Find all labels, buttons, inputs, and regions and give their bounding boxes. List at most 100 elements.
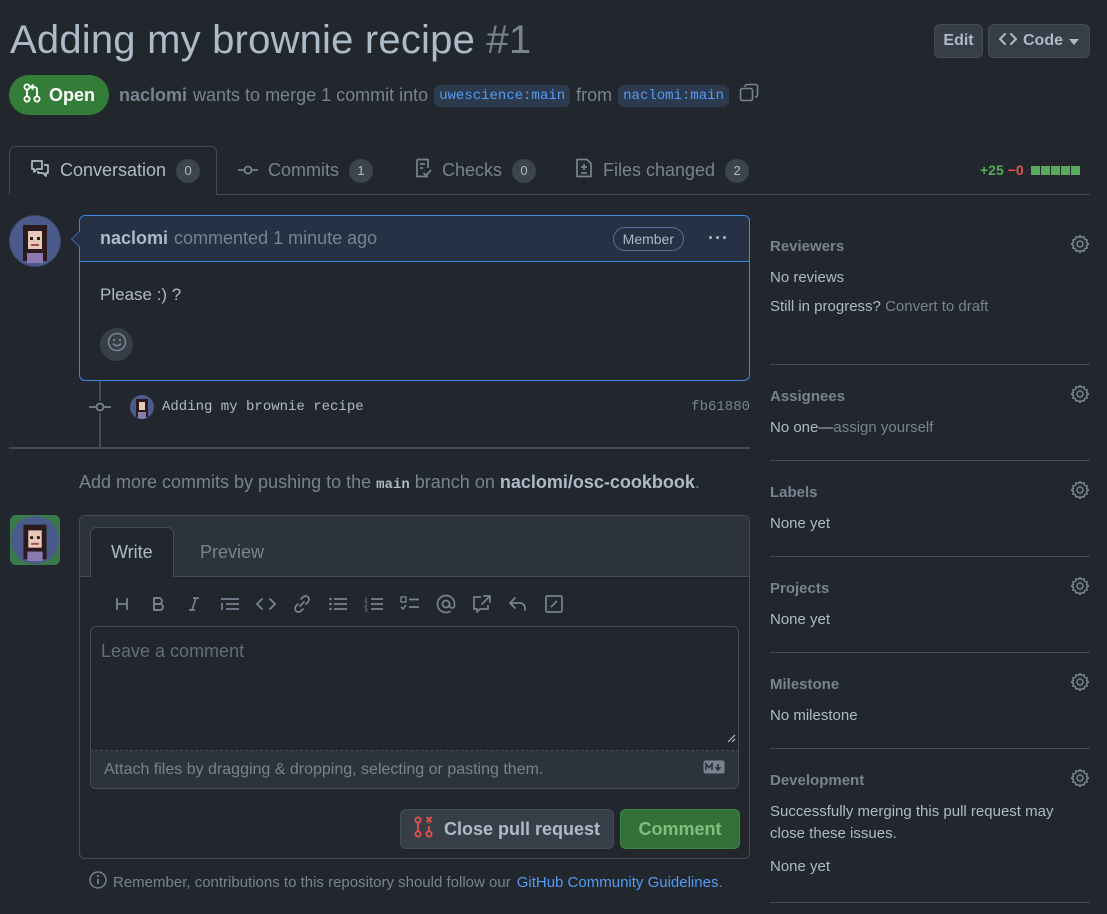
avatar[interactable] xyxy=(10,515,60,565)
italic-icon[interactable] xyxy=(176,592,212,616)
diffstat-additions: +25 xyxy=(980,162,1004,178)
new-comment-form: Write Preview 123 Leave a comment Attach… xyxy=(79,515,750,859)
reply-icon[interactable] xyxy=(500,592,536,616)
checklist-icon xyxy=(414,158,432,183)
gear-icon[interactable] xyxy=(1070,672,1090,697)
cross-reference-icon[interactable] xyxy=(464,592,500,616)
gear-icon[interactable] xyxy=(1070,384,1090,409)
guidelines-post: . xyxy=(718,873,723,891)
comment-timestamp: commented 1 minute ago xyxy=(174,228,378,248)
comment-textarea[interactable]: Leave a comment xyxy=(90,626,739,751)
labels-title[interactable]: Labels xyxy=(770,484,1090,501)
quote-icon[interactable] xyxy=(212,592,248,616)
push-note-post: . xyxy=(694,472,700,492)
heading-icon[interactable] xyxy=(104,592,140,616)
author-link[interactable]: naclomi xyxy=(119,85,187,106)
sidebar-divider xyxy=(770,556,1090,557)
development-value: None yet xyxy=(770,858,831,875)
member-badge: Member xyxy=(612,226,685,251)
assign-yourself-link[interactable]: assign yourself xyxy=(833,419,933,436)
pr-meta: naclomi wants to merge 1 commit into uwe… xyxy=(119,83,759,108)
tab-conversation-label: Conversation xyxy=(60,160,167,180)
attach-files-bar[interactable]: Attach files by dragging & dropping, sel… xyxy=(90,751,739,789)
slash-command-icon[interactable] xyxy=(536,592,572,616)
tab-files-changed[interactable]: Files changed 2 xyxy=(555,146,769,195)
gear-icon[interactable] xyxy=(1070,480,1090,505)
commit-sha[interactable]: fb61880 xyxy=(691,399,750,415)
info-icon xyxy=(89,871,107,893)
base-branch[interactable]: uwescience:main xyxy=(434,84,571,107)
diffstat-deletions: −0 xyxy=(1007,162,1024,178)
triangle-down-icon xyxy=(1069,32,1079,50)
markdown-toolbar: 123 xyxy=(104,592,572,616)
comment-body: Please :) ? xyxy=(100,285,182,304)
head-branch[interactable]: naclomi:main xyxy=(618,84,729,107)
commit-avatar[interactable] xyxy=(130,395,154,419)
bold-icon[interactable] xyxy=(140,592,176,616)
draft-note: Still in progress? Convert to draft xyxy=(770,298,1090,315)
push-note-branch: main xyxy=(376,477,410,493)
draft-note-text: Still in progress? xyxy=(770,298,881,315)
git-pull-request-icon xyxy=(23,83,41,108)
sidebar-divider xyxy=(770,652,1090,653)
tab-checks[interactable]: Checks 0 xyxy=(394,146,556,195)
sidebar-projects: Projects None yet xyxy=(770,576,1090,628)
comment-button[interactable]: Comment xyxy=(620,809,740,849)
list-unordered-icon[interactable] xyxy=(320,592,356,616)
assignees-title[interactable]: Assignees xyxy=(770,388,1090,405)
timeline-comment: naclomi commented 1 minute ago Member ··… xyxy=(79,215,750,381)
milestone-title[interactable]: Milestone xyxy=(770,676,1090,693)
svg-text:3: 3 xyxy=(364,607,368,612)
sidebar-divider xyxy=(770,364,1090,365)
convert-to-draft-link[interactable]: Convert to draft xyxy=(885,298,988,315)
projects-title[interactable]: Projects xyxy=(770,580,1090,597)
comment-pointer-fill xyxy=(72,231,80,247)
status-badge: Open xyxy=(9,75,109,115)
status-label: Open xyxy=(48,84,95,105)
avatar[interactable] xyxy=(9,215,61,267)
close-pull-request-button[interactable]: Close pull request xyxy=(400,809,614,849)
tab-commits[interactable]: Commits 1 xyxy=(218,146,393,195)
tab-write[interactable]: Write xyxy=(90,527,174,578)
tab-conversation[interactable]: Conversation 0 xyxy=(9,146,217,195)
commit-item: Adding my brownie recipe fb61880 xyxy=(88,394,750,420)
smiley-icon xyxy=(107,332,127,357)
gear-icon[interactable] xyxy=(1070,234,1090,259)
tab-preview[interactable]: Preview xyxy=(180,527,284,578)
resize-handle-icon[interactable] xyxy=(726,727,736,748)
kebab-horizontal-icon[interactable]: ··· xyxy=(708,228,729,249)
list-ordered-icon[interactable]: 123 xyxy=(356,592,392,616)
push-note: Add more commits by pushing to the main … xyxy=(79,472,700,493)
tab-commits-label: Commits xyxy=(268,160,339,180)
code-button[interactable]: Code xyxy=(988,24,1090,58)
link-icon[interactable] xyxy=(284,592,320,616)
sidebar-divider xyxy=(770,748,1090,749)
push-note-mid: branch on xyxy=(414,472,495,492)
sidebar-milestone: Milestone No milestone xyxy=(770,672,1090,724)
copy-icon[interactable] xyxy=(739,83,759,108)
commit-message[interactable]: Adding my brownie recipe xyxy=(162,399,364,415)
sidebar-assignees: Assignees No one—assign yourself xyxy=(770,384,1090,436)
gear-icon[interactable] xyxy=(1070,768,1090,793)
pr-number: #1 xyxy=(486,18,532,62)
add-reaction-button[interactable] xyxy=(100,328,133,361)
labels-value: None yet xyxy=(770,515,831,532)
sidebar-reviewers: Reviewers No reviews Still in progress? … xyxy=(770,234,1090,315)
diffstat-blocks xyxy=(1030,165,1080,175)
markdown-icon[interactable] xyxy=(703,760,725,779)
reviewers-title[interactable]: Reviewers xyxy=(770,238,1090,255)
mention-icon[interactable] xyxy=(428,592,464,616)
guidelines-note: Remember, contributions to this reposito… xyxy=(89,871,723,893)
tasklist-icon[interactable] xyxy=(392,592,428,616)
development-title[interactable]: Development xyxy=(770,772,1090,789)
code-icon[interactable] xyxy=(248,592,284,616)
guidelines-text: Remember, contributions to this reposito… xyxy=(113,873,511,891)
community-guidelines-link[interactable]: GitHub Community Guidelines xyxy=(517,874,719,891)
projects-value: None yet xyxy=(770,611,831,628)
assignees-none: No one— xyxy=(770,419,834,436)
repo-link[interactable]: naclomi/osc-cookbook xyxy=(500,472,695,492)
edit-button[interactable]: Edit xyxy=(934,24,983,58)
form-tabs: Write Preview xyxy=(80,516,749,578)
comment-author[interactable]: naclomi xyxy=(100,228,168,249)
gear-icon[interactable] xyxy=(1070,576,1090,601)
